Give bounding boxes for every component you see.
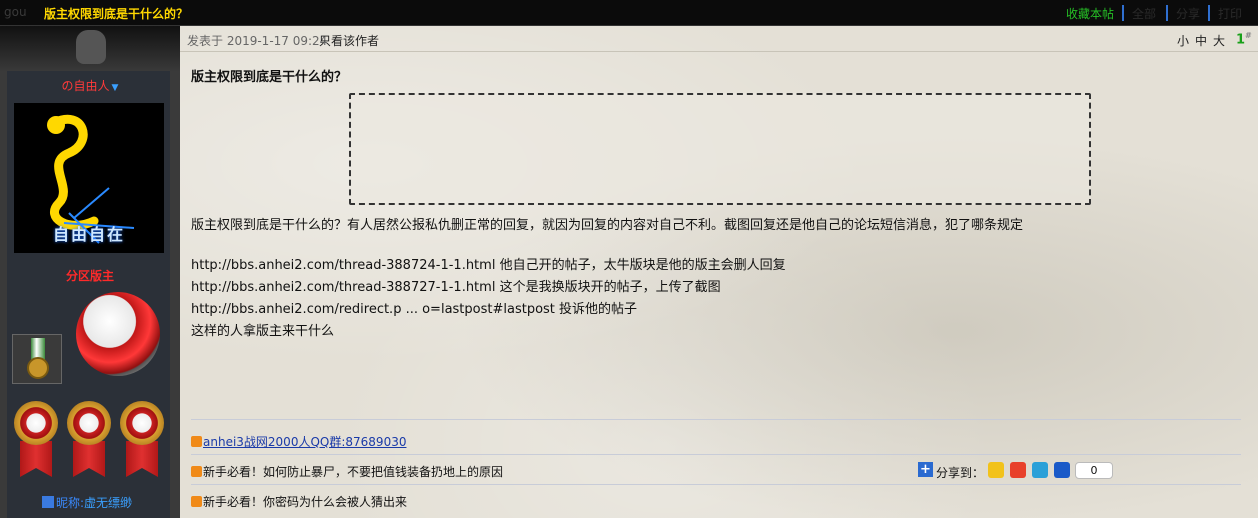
weibo-icon[interactable]: [1010, 462, 1026, 478]
author-role: 分区版主: [65, 269, 114, 283]
divider: [191, 484, 1241, 485]
renren-icon[interactable]: [1054, 462, 1070, 478]
nickname-row: 昵称:虚无缥缈: [42, 494, 132, 511]
nickname-label: 昵称:: [56, 496, 85, 510]
nickname-value[interactable]: 虚无缥缈: [84, 496, 132, 510]
divider: [1122, 5, 1124, 21]
thread-title: 版主权限到底是干什么的？: [44, 7, 189, 21]
profile-icon: [42, 496, 54, 508]
post-content: 发表于 2019-1-17 09:24 只看该作者 小 中 大 1# 版主权限到…: [180, 26, 1258, 518]
medal-icon[interactable]: [118, 401, 166, 479]
font-size-small-button[interactable]: 小: [1177, 32, 1189, 49]
font-size-large-button[interactable]: 大: [1213, 32, 1225, 49]
divider: [1208, 5, 1210, 21]
avatar-caption: 自由自在: [52, 225, 125, 244]
notice-item[interactable]: 新手必看！如何防止暴尸，不要把值钱装备扔地上的原因: [191, 463, 503, 480]
divider: [1166, 5, 1168, 21]
share-count: 0: [1075, 462, 1113, 479]
qzone-icon[interactable]: [988, 462, 1004, 478]
share-label: 分享到：: [936, 466, 985, 480]
sidebar-frame-right: [170, 71, 180, 518]
qq-group-number-link[interactable]: 87689030: [345, 435, 406, 449]
medal-icon[interactable]: [12, 401, 60, 479]
floor-number-value: 1: [1236, 32, 1246, 48]
post-date: 发表于 2019-1-17 09:24: [187, 34, 328, 48]
attachment-image-placeholder[interactable]: [349, 93, 1091, 205]
top-link-share[interactable]: 分享: [1176, 5, 1200, 22]
rss-icon: [191, 496, 202, 507]
author-only-link[interactable]: 只看该作者: [319, 32, 379, 49]
post-line: 版主权限到底是干什么的？有人居然公报私仇删正常的回复，就因为回复的内容对自己不利…: [191, 218, 1024, 233]
post-link-line[interactable]: http://bbs.anhei2.com/thread-388724-1-1.…: [191, 254, 786, 273]
qq-group-link[interactable]: anhei3战网2000人QQ群:: [203, 435, 345, 449]
floor-number[interactable]: 1#: [1236, 31, 1252, 47]
divider: [191, 419, 1241, 420]
post-link-line[interactable]: http://bbs.anhei2.com/redirect.p ... o=l…: [191, 298, 637, 317]
post-line: 这样的人拿版主来干什么: [191, 324, 335, 339]
share-plus-icon[interactable]: +: [918, 462, 933, 477]
author-sidebar: の自由人 ▼ 自由自在 分区版主 昵称:虚无缥缈: [0, 26, 180, 518]
signature-qq: anhei3战网2000人QQ群:87689030: [191, 433, 406, 450]
notice-item[interactable]: 新手必看！你密码为什么会被人猜出来: [191, 493, 407, 510]
rss-icon: [191, 466, 202, 477]
medal-icon[interactable]: [12, 334, 62, 384]
sidebar-ornament: [0, 26, 180, 72]
moderator-badge-icon[interactable]: [76, 292, 160, 376]
skull-ornament-icon: [76, 30, 106, 64]
top-link-all[interactable]: 全部: [1132, 5, 1156, 22]
notice-text[interactable]: 新手必看！你密码为什么会被人猜出来: [203, 495, 407, 509]
post-link-line[interactable]: http://bbs.anhei2.com/thread-388727-1-1.…: [191, 276, 721, 295]
author-username[interactable]: の自由人 ▼: [0, 77, 180, 94]
divider: [191, 454, 1241, 455]
tencent-weibo-icon[interactable]: [1032, 462, 1048, 478]
top-link-print[interactable]: 打印: [1218, 5, 1242, 22]
medal-icon[interactable]: [65, 401, 113, 479]
favorite-link[interactable]: 收藏本帖: [1066, 5, 1114, 22]
top-bar-ghost-text: gou: [4, 5, 27, 19]
floor-number-mark: #: [1245, 31, 1252, 40]
notice-text[interactable]: 新手必看！如何防止暴尸，不要把值钱装备扔地上的原因: [203, 465, 503, 479]
font-size-medium-button[interactable]: 中: [1195, 32, 1207, 49]
rss-icon: [191, 436, 202, 447]
sidebar-frame-left: [0, 71, 7, 518]
avatar[interactable]: 自由自在: [14, 103, 164, 253]
chevron-down-icon: ▼: [111, 83, 119, 93]
post-title: 版主权限到底是干什么的？: [191, 70, 348, 85]
author-username-text: の自由人: [61, 79, 110, 93]
post-header: 发表于 2019-1-17 09:24 只看该作者 小 中 大 1#: [180, 26, 1258, 52]
top-bar: gou 版主权限到底是干什么的？ 收藏本帖 全部 分享 打印: [0, 0, 1258, 26]
